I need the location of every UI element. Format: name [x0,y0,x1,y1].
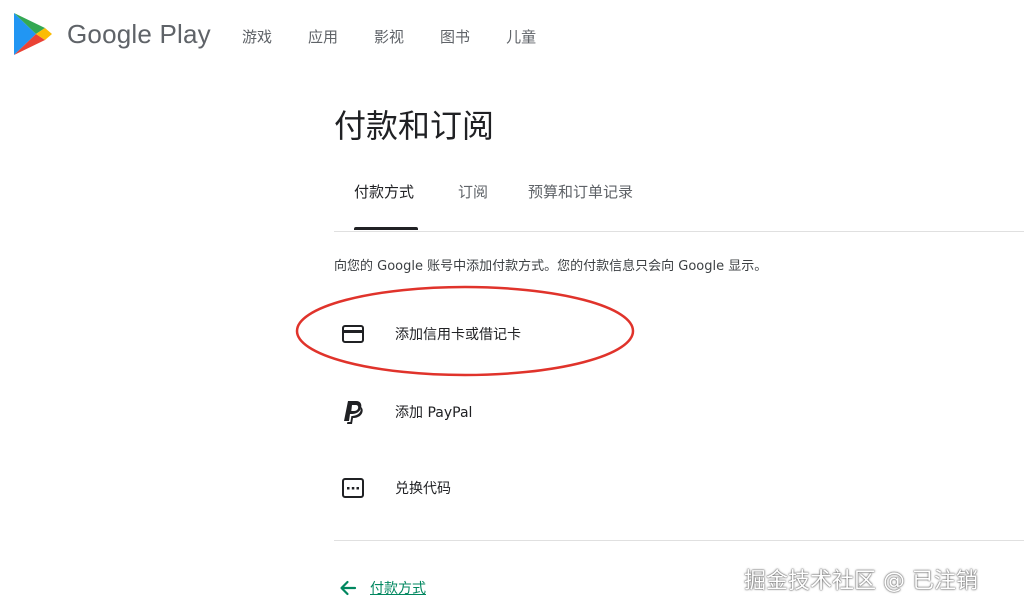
page-title: 付款和订阅 [334,107,495,145]
top-nav: 游戏 应用 影视 图书 儿童 [242,26,572,47]
tab-bar: 付款方式 订阅 预算和订单记录 [334,181,1024,232]
logo-text: Google Play [67,18,211,49]
credit-card-icon [340,324,366,344]
arrow-left-icon [340,580,357,596]
divider [334,540,1024,541]
redeem-code-icon [340,477,366,499]
play-logo-icon [14,13,52,55]
tab-budget-order-history[interactable]: 预算和订单记录 [528,181,633,202]
google-play-logo[interactable]: Google Play [13,12,211,56]
redeem-code-label: 兑换代码 [395,481,451,497]
add-card-label: 添加信用卡或借记卡 [395,327,521,343]
nav-item-games[interactable]: 游戏 [242,26,272,47]
info-text: 向您的 Google 账号中添加付款方式。您的付款信息只会向 Google 显示… [334,259,768,274]
redeem-code-button[interactable]: 兑换代码 [340,477,451,499]
back-link[interactable]: 付款方式 [338,578,426,598]
add-paypal-button[interactable]: 添加 PayPal [340,398,472,426]
active-tab-indicator [354,227,418,230]
add-paypal-label: 添加 PayPal [395,405,473,421]
nav-item-apps[interactable]: 应用 [308,26,338,47]
nav-item-books[interactable]: 图书 [440,26,470,47]
tab-payment-methods[interactable]: 付款方式 [354,181,414,202]
nav-item-kids[interactable]: 儿童 [506,26,536,47]
paypal-icon [340,398,366,426]
tab-subscriptions[interactable]: 订阅 [458,181,488,202]
add-card-button[interactable]: 添加信用卡或借记卡 [340,324,521,344]
watermark: 掘金技术社区 @ 已注销 [744,569,978,594]
back-link-label: 付款方式 [370,581,426,597]
nav-item-movies[interactable]: 影视 [374,26,404,47]
